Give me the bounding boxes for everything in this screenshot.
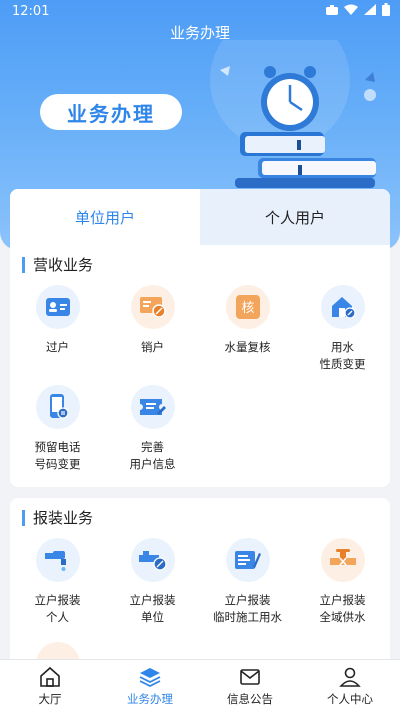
form-icon xyxy=(225,538,270,582)
signal-icon xyxy=(364,4,376,15)
nav-business[interactable]: 业务办理 xyxy=(100,660,200,711)
service-cancel-account[interactable]: 销户 xyxy=(105,285,200,356)
status-bar: 12:01 xyxy=(0,0,400,24)
status-icons xyxy=(326,3,390,16)
revenue-card: 单位用户 个人用户 营收业务 过户 销户 核 水量复核 用水 性质变更 预留电话… xyxy=(10,189,390,487)
valve-icon xyxy=(320,538,365,582)
mail-icon xyxy=(240,669,260,685)
nav-profile[interactable]: 个人中心 xyxy=(300,660,400,711)
tab-unit-user[interactable]: 单位用户 xyxy=(10,189,200,245)
faucet-icon xyxy=(35,538,80,582)
service-label: 立户报装 单位 xyxy=(129,593,176,624)
nav-label: 个人中心 xyxy=(327,692,373,706)
books-clock-illustration xyxy=(210,40,376,188)
nav-announcements[interactable]: 信息公告 xyxy=(200,660,300,711)
section-title-installation: 报装业务 xyxy=(22,510,93,526)
house-water-icon xyxy=(320,285,365,329)
service-label: 完善 用户信息 xyxy=(129,440,176,471)
service-label: 立户报装 个人 xyxy=(34,593,81,624)
layers-icon xyxy=(139,668,161,688)
bottom-navigation: 大厅 业务办理 信息公告 个人中心 xyxy=(0,659,400,711)
service-install-global-supply[interactable]: 立户报装 全域供水 xyxy=(295,538,390,626)
service-transfer[interactable]: 过户 xyxy=(10,285,105,356)
banner-label: 业务办理 xyxy=(40,94,182,130)
service-complete-info[interactable]: 完善 用户信息 xyxy=(105,385,200,473)
camera-icon xyxy=(326,4,338,15)
svg-text:核: 核 xyxy=(241,301,254,316)
phone-icon xyxy=(35,385,80,429)
nav-label: 大厅 xyxy=(38,692,62,706)
service-label: 销户 xyxy=(141,340,164,354)
installation-card: 报装业务 立户报装 个人 立户报装 单位 立户报装 临时施工用水 立户报装 全域… xyxy=(10,498,390,678)
service-install-unit[interactable]: 立户报装 单位 xyxy=(105,538,200,626)
section-title-revenue: 营收业务 xyxy=(22,257,93,273)
status-time: 12:01 xyxy=(12,4,50,19)
service-label: 水量复核 xyxy=(224,340,271,354)
service-install-personal[interactable]: 立户报装 个人 xyxy=(10,538,105,626)
id-card-icon xyxy=(35,285,80,329)
service-phone-change[interactable]: 预留电话 号码变更 xyxy=(10,385,105,473)
ticket-icon xyxy=(130,385,175,429)
service-label: 过户 xyxy=(46,340,69,354)
service-label: 用水 性质变更 xyxy=(319,340,366,371)
nav-label: 信息公告 xyxy=(227,692,273,706)
service-install-temporary[interactable]: 立户报装 临时施工用水 xyxy=(200,538,295,626)
service-label: 预留电话 号码变更 xyxy=(34,440,81,471)
service-label: 立户报装 全域供水 xyxy=(319,593,366,624)
card-cancel-icon xyxy=(130,285,175,329)
service-label: 立户报装 临时施工用水 xyxy=(213,593,282,624)
nav-label: 业务办理 xyxy=(127,692,173,706)
user-icon xyxy=(339,667,361,687)
user-type-tabs: 单位用户 个人用户 xyxy=(10,189,390,245)
service-volume-review[interactable]: 核 水量复核 xyxy=(200,285,295,356)
pipe-icon xyxy=(130,538,175,582)
nav-hall[interactable]: 大厅 xyxy=(0,660,100,711)
service-usage-type-change[interactable]: 用水 性质变更 xyxy=(295,285,390,373)
battery-icon xyxy=(382,3,390,16)
verify-icon: 核 xyxy=(225,285,270,329)
home-icon xyxy=(40,666,60,687)
wifi-icon xyxy=(344,4,358,15)
tab-personal-user[interactable]: 个人用户 xyxy=(200,189,390,245)
